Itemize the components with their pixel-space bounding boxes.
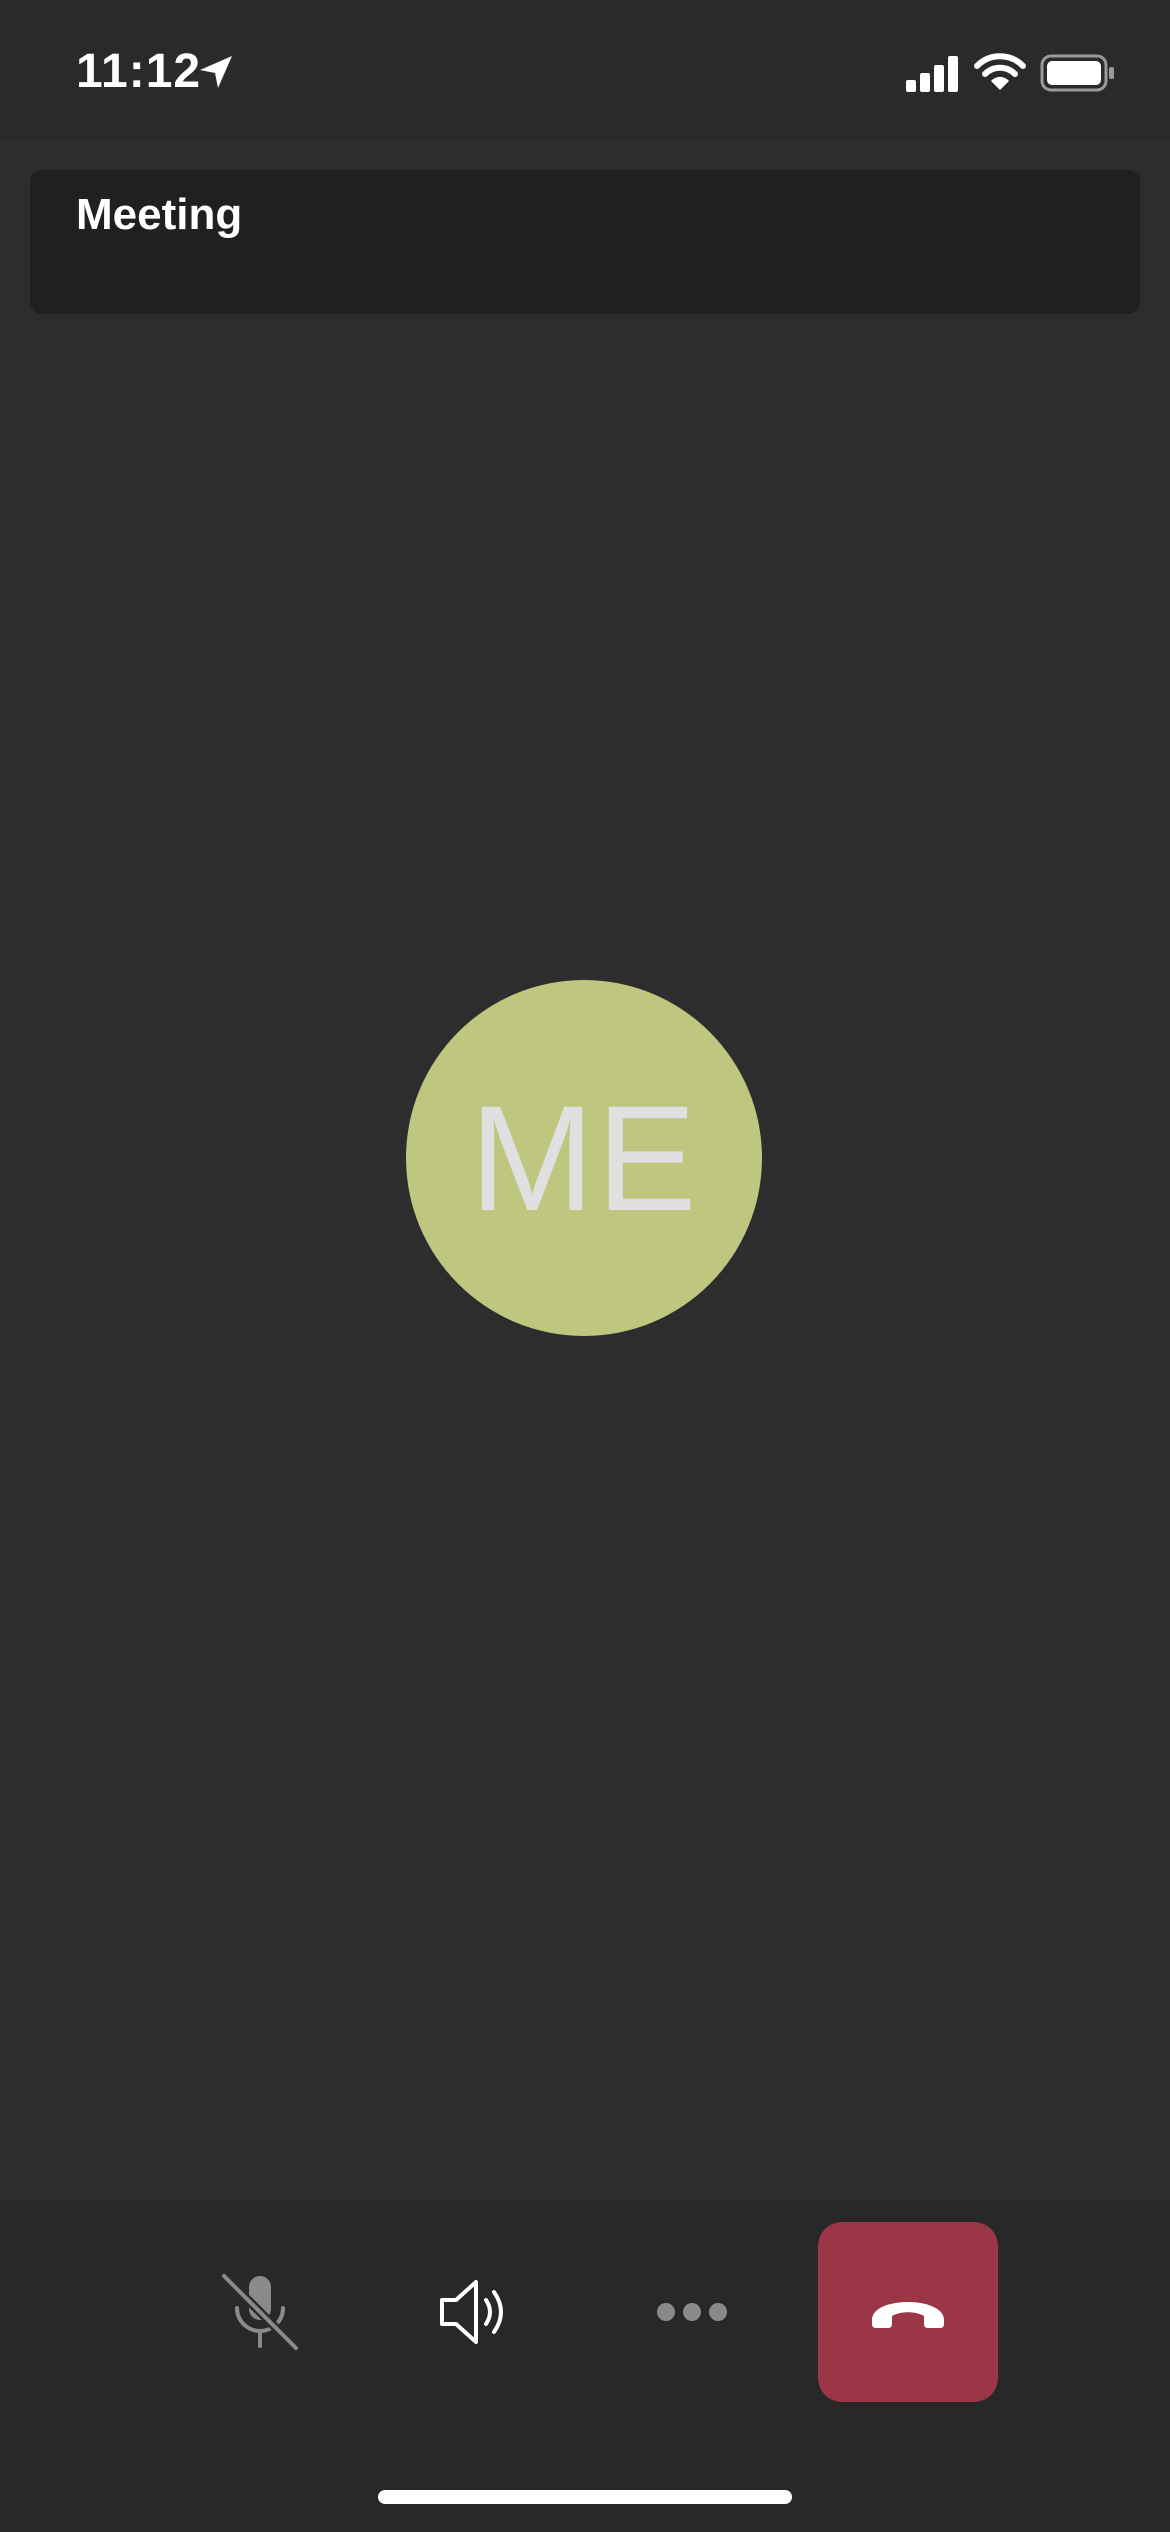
battery-icon xyxy=(1040,54,1116,92)
status-time: 11:12 xyxy=(76,45,202,98)
status-bar: 11:12 xyxy=(0,0,1170,140)
meeting-title: Meeting xyxy=(76,190,243,239)
phone-hangup-icon xyxy=(868,2292,948,2332)
more-options-icon xyxy=(652,2297,732,2327)
speaker-button[interactable] xyxy=(386,2222,566,2402)
mute-microphone-button[interactable] xyxy=(170,2222,350,2402)
more-options-button[interactable] xyxy=(602,2222,782,2402)
microphone-muted-icon xyxy=(220,2272,300,2352)
meeting-header: Meeting xyxy=(30,170,1140,314)
avatar-initials: ME xyxy=(469,1073,699,1242)
cellular-signal-icon xyxy=(906,54,960,94)
home-indicator[interactable] xyxy=(378,2490,792,2504)
hang-up-button[interactable] xyxy=(818,2222,998,2402)
location-arrow-icon xyxy=(196,52,236,92)
participant-avatar: ME xyxy=(406,980,762,1336)
wifi-icon xyxy=(974,52,1026,92)
speaker-icon xyxy=(436,2272,516,2352)
